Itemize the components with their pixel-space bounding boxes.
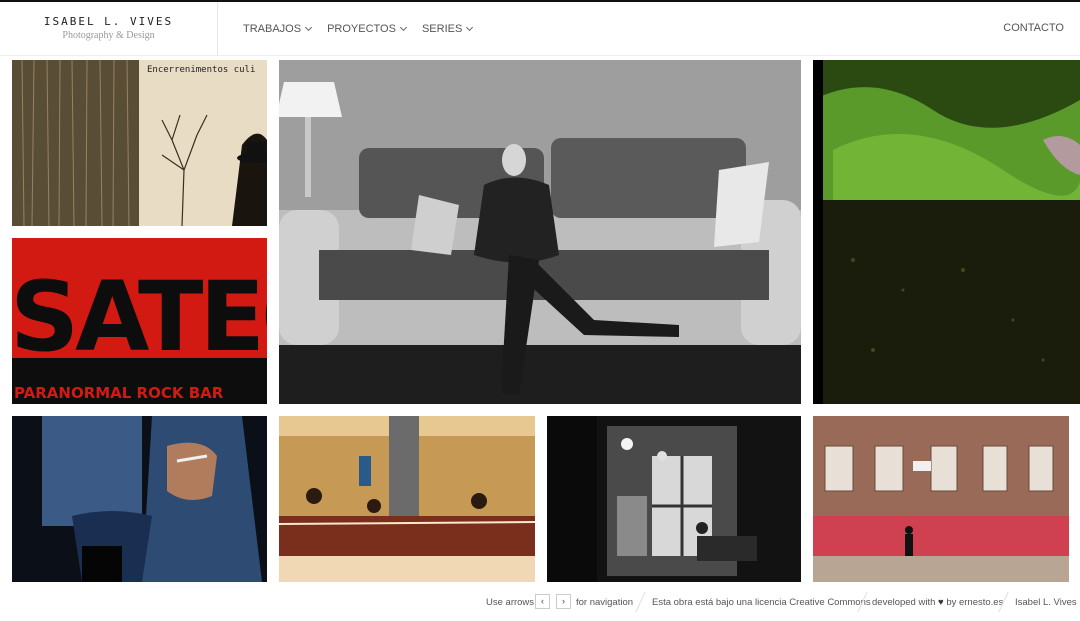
nav-contacto[interactable]: CONTACTO bbox=[1003, 22, 1064, 34]
gallery-photo-smoker[interactable] bbox=[12, 416, 267, 582]
next-arrow-button[interactable]: › bbox=[556, 594, 571, 609]
nav-proyectos-label: PROYECTOS bbox=[327, 23, 396, 35]
nav-trabajos[interactable]: TRABAJOS bbox=[243, 23, 313, 35]
logo-name: ISABEL L. VIVES bbox=[43, 15, 174, 28]
developed-credit[interactable]: developed with ♥ by ernesto.es bbox=[872, 597, 1003, 608]
license-link[interactable]: Esta obra está bajo una licencia Creativ… bbox=[652, 597, 871, 608]
nav-proyectos[interactable]: PROYECTOS bbox=[327, 23, 407, 35]
gallery-photo-street[interactable] bbox=[813, 416, 1069, 582]
site-header: ISABEL L. VIVES Photography & Design TRA… bbox=[0, 2, 1080, 56]
use-arrows-text: Use arrows bbox=[486, 597, 535, 608]
gallery-photo-cafe[interactable] bbox=[279, 416, 535, 582]
gallery-photo-collage[interactable]: Encerrenimentos culi bbox=[12, 60, 267, 226]
gallery-photo-poster[interactable]: SATEO PARANORMAL ROCK BAR bbox=[12, 238, 267, 404]
logo-subtitle: Photography & Design bbox=[62, 30, 155, 41]
main-nav: TRABAJOS PROYECTOS SERIES bbox=[243, 2, 474, 56]
chevron-down-icon bbox=[305, 23, 313, 32]
heart-icon: ♥ bbox=[938, 597, 944, 608]
site-logo[interactable]: ISABEL L. VIVES Photography & Design bbox=[0, 2, 218, 56]
prev-arrow-button[interactable]: ‹ bbox=[535, 594, 550, 609]
site-footer: Use arrows ‹ › for navigation Esta obra … bbox=[0, 590, 1080, 614]
nav-trabajos-label: TRABAJOS bbox=[243, 23, 302, 35]
poster-text-top: Encerrenimentos culi bbox=[147, 65, 255, 75]
chevron-down-icon bbox=[466, 23, 474, 32]
for-navigation-text: for navigation bbox=[576, 597, 634, 608]
developed-prefix: developed with bbox=[872, 597, 936, 608]
developed-suffix: by ernesto.es bbox=[946, 597, 1004, 608]
nav-series[interactable]: SERIES bbox=[421, 23, 474, 35]
footer-divider bbox=[635, 592, 646, 612]
gallery-photo-bar-interior[interactable] bbox=[547, 416, 801, 582]
poster-brand: SATEO bbox=[12, 261, 267, 373]
gallery-photo-sofa[interactable] bbox=[279, 60, 801, 404]
footer-author: Isabel L. Vives bbox=[1015, 597, 1077, 608]
nav-series-label: SERIES bbox=[421, 23, 463, 35]
chevron-down-icon bbox=[399, 23, 407, 32]
gallery-photo-green-sky[interactable] bbox=[813, 60, 1080, 404]
poster-text-bottom: PARANORMAL ROCK BAR bbox=[14, 384, 224, 402]
